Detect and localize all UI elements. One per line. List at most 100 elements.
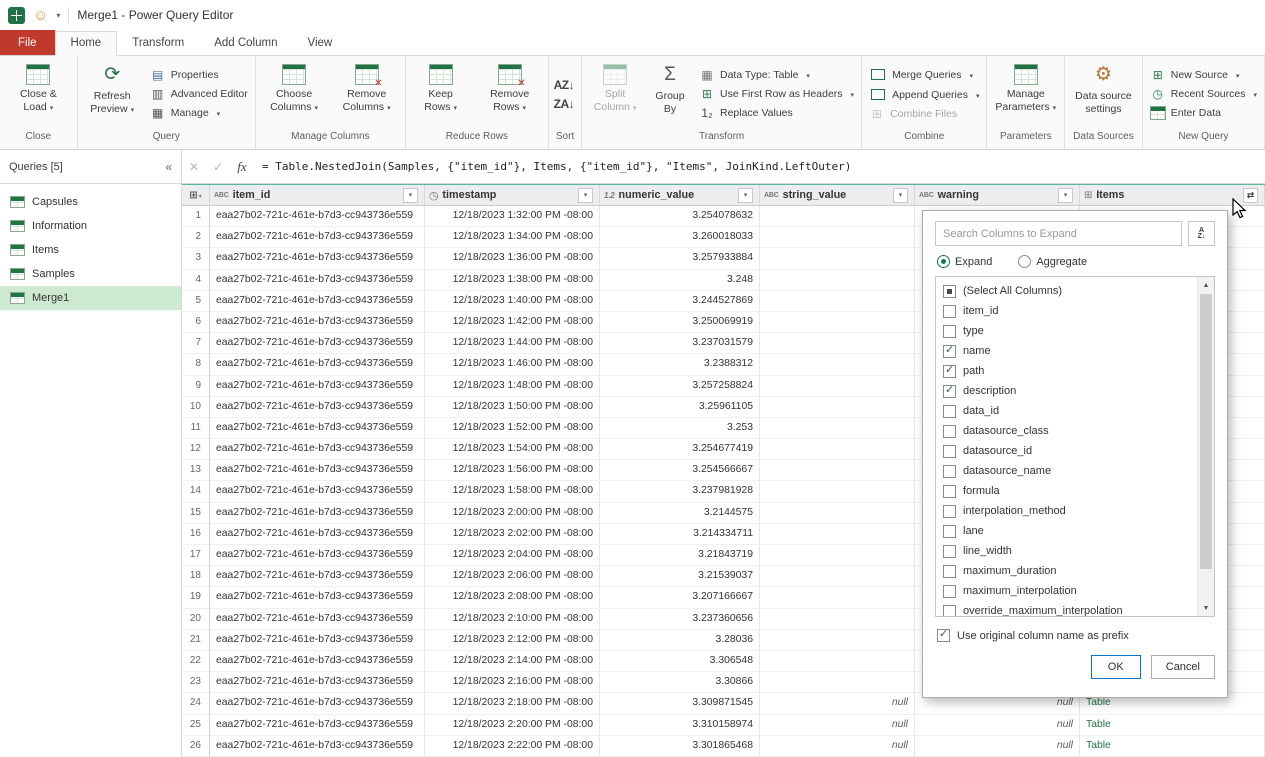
row-number[interactable]: 15	[182, 503, 210, 524]
cell-numeric_value[interactable]: 3.214334711	[600, 524, 760, 545]
cell-timestamp[interactable]: 12/18/2023 2:18:00 PM -08:00	[425, 693, 600, 714]
formula-input[interactable]: = Table.NestedJoin(Samples, {"item_id"},…	[254, 160, 1265, 173]
cell-numeric_value[interactable]: 3.250069919	[600, 312, 760, 333]
cell-item_id[interactable]: eaa27b02-721c-461e-b7d3-cc943736e559	[210, 545, 425, 566]
checkbox-checked[interactable]	[943, 365, 956, 378]
cell-string_value[interactable]: null	[760, 715, 915, 736]
column-header-item-id[interactable]: ABCitem_id	[210, 185, 425, 205]
column-option[interactable]: data_id	[943, 401, 1192, 421]
cell-timestamp[interactable]: 12/18/2023 1:52:00 PM -08:00	[425, 418, 600, 439]
cell-timestamp[interactable]: 12/18/2023 1:46:00 PM -08:00	[425, 354, 600, 375]
checkbox-unchecked[interactable]	[943, 545, 956, 558]
cell-numeric_value[interactable]: 3.2144575	[600, 503, 760, 524]
cell-timestamp[interactable]: 12/18/2023 1:32:00 PM -08:00	[425, 206, 600, 227]
cell-string_value[interactable]	[760, 354, 915, 375]
row-number[interactable]: 9	[182, 376, 210, 397]
sidebar-item-information[interactable]: Information	[0, 214, 181, 238]
cell-numeric_value[interactable]: 3.207166667	[600, 587, 760, 608]
column-option[interactable]: override_maximum_interpolation	[943, 601, 1192, 617]
cell-numeric_value[interactable]: 3.257933884	[600, 248, 760, 269]
cell-timestamp[interactable]: 12/18/2023 1:56:00 PM -08:00	[425, 460, 600, 481]
data-source-settings-button[interactable]: ⚙Data source settings	[1068, 57, 1139, 131]
row-number[interactable]: 5	[182, 291, 210, 312]
column-option[interactable]: datasource_class	[943, 421, 1192, 441]
cell-numeric_value[interactable]: 3.257258824	[600, 376, 760, 397]
cell-string_value[interactable]	[760, 566, 915, 587]
manage-button[interactable]: ▦Manage	[146, 105, 252, 121]
cell-string_value[interactable]	[760, 672, 915, 693]
checkbox-unchecked[interactable]	[943, 445, 956, 458]
group-by-button[interactable]: ΣGroup By	[647, 57, 693, 131]
cell-item_id[interactable]: eaa27b02-721c-461e-b7d3-cc943736e559	[210, 439, 425, 460]
tab-home[interactable]: Home	[55, 31, 118, 56]
column-option[interactable]: type	[943, 321, 1192, 341]
aggregate-radio[interactable]: Aggregate	[1018, 255, 1087, 268]
cell-string_value[interactable]	[760, 651, 915, 672]
cell-string_value[interactable]	[760, 460, 915, 481]
cell-item_id[interactable]: eaa27b02-721c-461e-b7d3-cc943736e559	[210, 651, 425, 672]
cell-numeric_value[interactable]: 3.237981928	[600, 481, 760, 502]
cell-item_id[interactable]: eaa27b02-721c-461e-b7d3-cc943736e559	[210, 503, 425, 524]
checkbox-unchecked[interactable]	[943, 605, 956, 618]
cell-timestamp[interactable]: 12/18/2023 1:54:00 PM -08:00	[425, 439, 600, 460]
search-columns-input[interactable]	[935, 221, 1182, 246]
checkbox-partial[interactable]	[943, 285, 956, 298]
cancel-formula-button[interactable]: ✕	[182, 160, 206, 174]
combine-files-button[interactable]: ⊞Combine Files	[865, 106, 983, 122]
checkbox-unchecked[interactable]	[943, 405, 956, 418]
cell-timestamp[interactable]: 12/18/2023 1:34:00 PM -08:00	[425, 227, 600, 248]
cell-item_id[interactable]: eaa27b02-721c-461e-b7d3-cc943736e559	[210, 736, 425, 757]
row-number[interactable]: 4	[182, 270, 210, 291]
row-number[interactable]: 13	[182, 460, 210, 481]
column-option[interactable]: interpolation_method	[943, 501, 1192, 521]
cell-item_id[interactable]: eaa27b02-721c-461e-b7d3-cc943736e559	[210, 481, 425, 502]
tab-add-column[interactable]: Add Column	[199, 32, 292, 55]
cell-item_id[interactable]: eaa27b02-721c-461e-b7d3-cc943736e559	[210, 376, 425, 397]
cell-timestamp[interactable]: 12/18/2023 1:36:00 PM -08:00	[425, 248, 600, 269]
row-number[interactable]: 6	[182, 312, 210, 333]
cell-string_value[interactable]	[760, 609, 915, 630]
cell-warning[interactable]: null	[915, 715, 1080, 736]
cell-numeric_value[interactable]: 3.309871545	[600, 693, 760, 714]
cell-string_value[interactable]	[760, 376, 915, 397]
row-number[interactable]: 17	[182, 545, 210, 566]
row-number[interactable]: 14	[182, 481, 210, 502]
cell-item_id[interactable]: eaa27b02-721c-461e-b7d3-cc943736e559	[210, 270, 425, 291]
cell-numeric_value[interactable]: 3.25961105	[600, 397, 760, 418]
cell-items[interactable]: Table	[1080, 736, 1265, 757]
cell-timestamp[interactable]: 12/18/2023 2:04:00 PM -08:00	[425, 545, 600, 566]
cell-timestamp[interactable]: 12/18/2023 1:40:00 PM -08:00	[425, 291, 600, 312]
cell-timestamp[interactable]: 12/18/2023 2:16:00 PM -08:00	[425, 672, 600, 693]
append-queries-button[interactable]: Append Queries	[865, 86, 983, 103]
remove-rows-button[interactable]: Remove Rows	[474, 57, 545, 131]
tab-view[interactable]: View	[293, 32, 348, 55]
column-option[interactable]: (Select All Columns)	[943, 281, 1192, 301]
checkbox-unchecked[interactable]	[943, 485, 956, 498]
cell-numeric_value[interactable]: 3.237031579	[600, 333, 760, 354]
cell-numeric_value[interactable]: 3.310158974	[600, 715, 760, 736]
merge-queries-button[interactable]: Merge Queries	[865, 66, 983, 83]
row-number[interactable]: 19	[182, 587, 210, 608]
column-option[interactable]: item_id	[943, 301, 1192, 321]
manage-parameters-button[interactable]: Manage Parameters	[990, 57, 1061, 131]
cell-string_value[interactable]: null	[760, 736, 915, 757]
row-number[interactable]: 10	[182, 397, 210, 418]
cell-string_value[interactable]	[760, 503, 915, 524]
column-header-string-value[interactable]: ABCstring_value	[760, 185, 915, 205]
cell-timestamp[interactable]: 12/18/2023 2:12:00 PM -08:00	[425, 630, 600, 651]
cell-item_id[interactable]: eaa27b02-721c-461e-b7d3-cc943736e559	[210, 397, 425, 418]
cell-numeric_value[interactable]: 3.2388312	[600, 354, 760, 375]
cell-string_value[interactable]	[760, 248, 915, 269]
sidebar-item-samples[interactable]: Samples	[0, 262, 181, 286]
column-option[interactable]: path	[943, 361, 1192, 381]
cell-timestamp[interactable]: 12/18/2023 2:14:00 PM -08:00	[425, 651, 600, 672]
row-number[interactable]: 11	[182, 418, 210, 439]
cell-numeric_value[interactable]: 3.248	[600, 270, 760, 291]
cell-string_value[interactable]	[760, 270, 915, 291]
list-scrollbar[interactable]: ▲ ▼	[1197, 277, 1214, 616]
cell-numeric_value[interactable]: 3.30866	[600, 672, 760, 693]
refresh-preview-button[interactable]: ⟳Refresh Preview	[81, 57, 144, 131]
split-column-button[interactable]: Split Column	[585, 57, 645, 131]
cell-numeric_value[interactable]: 3.301865468	[600, 736, 760, 757]
cell-string_value[interactable]	[760, 587, 915, 608]
